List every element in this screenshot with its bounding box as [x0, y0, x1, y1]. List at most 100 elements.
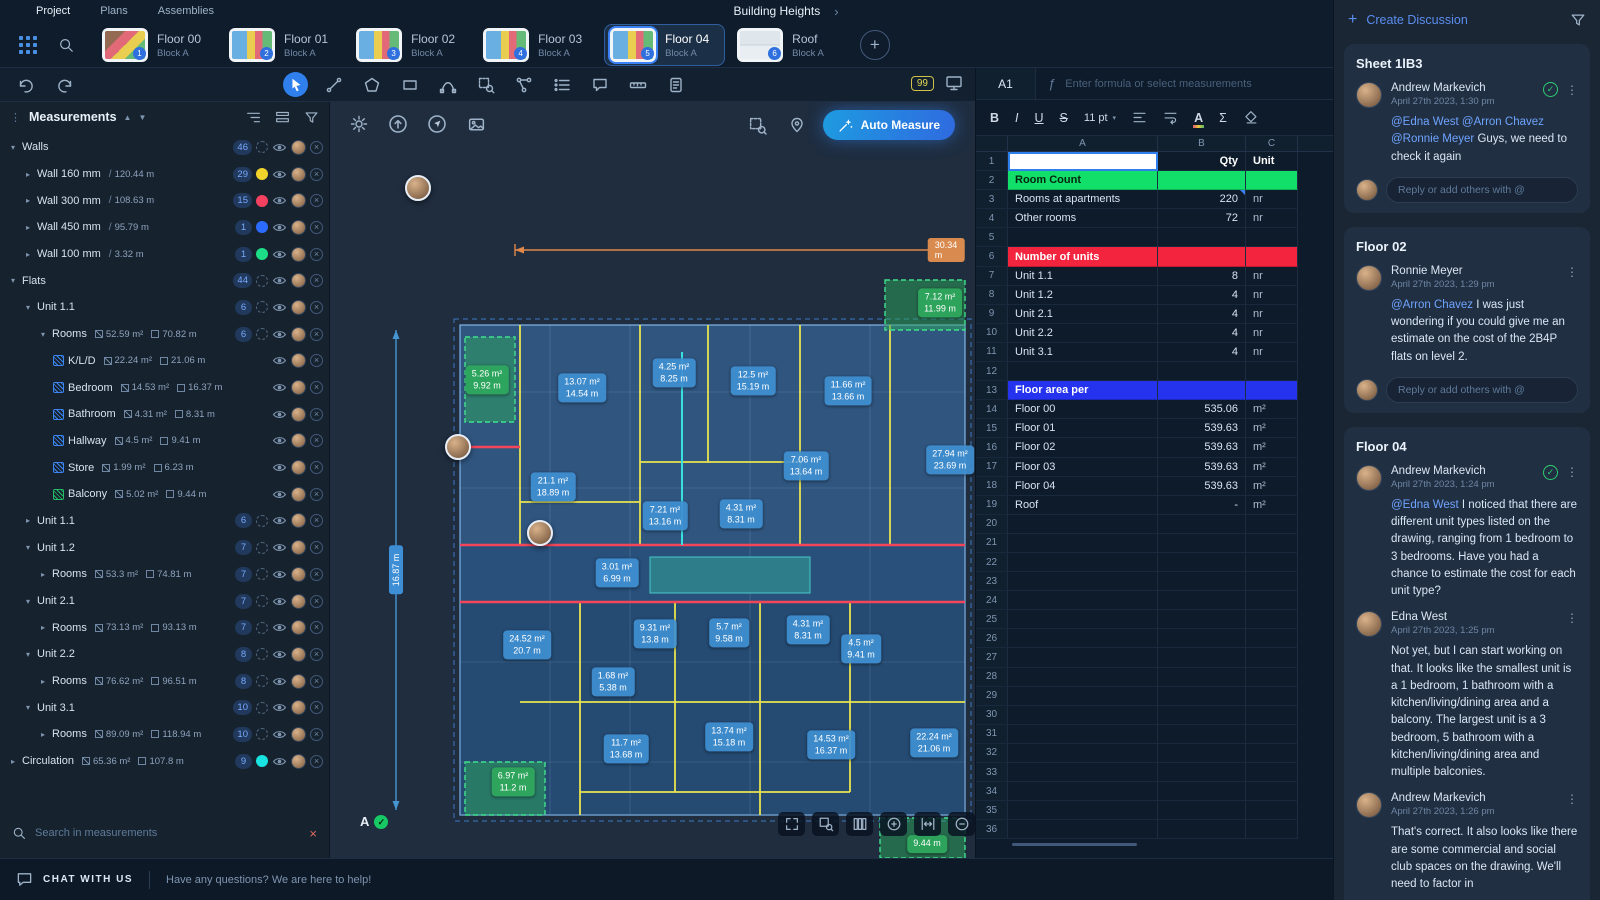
- cell-c[interactable]: [1246, 706, 1298, 725]
- cell-b[interactable]: [1158, 648, 1246, 667]
- measurement-chip[interactable]: 4.31 m² 8.31 m: [787, 615, 830, 644]
- measurement-row[interactable]: ▸ Circulation 65.36 m² /107.8 m 9 ×: [0, 748, 329, 775]
- search-icon[interactable]: [58, 37, 74, 53]
- cell-a[interactable]: [1008, 515, 1158, 534]
- cell-c[interactable]: [1246, 744, 1298, 763]
- measurement-row[interactable]: ▸ Rooms 73.13 m² /93.13 m 7 ×: [0, 614, 329, 641]
- row-number[interactable]: 14: [976, 400, 1008, 419]
- color-indicator[interactable]: [256, 568, 268, 580]
- row-number[interactable]: 16: [976, 438, 1008, 457]
- zoom-level-badge[interactable]: 99: [911, 76, 934, 91]
- chevron-icon[interactable]: ▸: [23, 170, 33, 179]
- reply-input[interactable]: Reply or add others with @: [1386, 377, 1578, 403]
- cell-c[interactable]: nr: [1246, 305, 1298, 324]
- measurement-row[interactable]: ▾ Unit 1.1 / 6 ×: [0, 294, 329, 321]
- measurement-row[interactable]: ▾ Rooms 52.59 m² /70.82 m 6 ×: [0, 321, 329, 348]
- cell-c[interactable]: [1246, 171, 1298, 190]
- row-number[interactable]: 30: [976, 706, 1008, 725]
- zoom-region-tool-icon[interactable]: [473, 72, 498, 97]
- menu-item[interactable]: Assemblies: [158, 5, 214, 17]
- column-header[interactable]: C: [1246, 136, 1298, 151]
- cell-a[interactable]: Floor 04: [1008, 477, 1158, 496]
- measurement-chip[interactable]: 4.25 m² 8.25 m: [653, 358, 696, 387]
- row-number[interactable]: 25: [976, 610, 1008, 629]
- row-number[interactable]: 33: [976, 763, 1008, 782]
- cell-reference[interactable]: A1: [976, 68, 1036, 99]
- cell-c[interactable]: [1246, 668, 1298, 687]
- cell-c[interactable]: nr: [1246, 190, 1298, 209]
- deselect-icon[interactable]: ×: [310, 728, 323, 741]
- cell-b[interactable]: [1158, 553, 1246, 572]
- chevron-icon[interactable]: ▾: [38, 330, 48, 339]
- cell-c[interactable]: [1246, 381, 1298, 400]
- measurement-row[interactable]: ▸ Rooms 53.3 m² /74.81 m 7 ×: [0, 561, 329, 588]
- cell-a[interactable]: Floor 01: [1008, 419, 1158, 438]
- reply-row[interactable]: Reply or add others with @: [1356, 177, 1578, 203]
- assignee-avatar[interactable]: [291, 353, 306, 368]
- menu-item[interactable]: Project: [36, 5, 70, 17]
- expand-all-icon[interactable]: ▼: [138, 113, 146, 122]
- assignee-avatar[interactable]: [291, 674, 306, 689]
- list-tool-icon[interactable]: [549, 72, 574, 97]
- deselect-icon[interactable]: ×: [310, 461, 323, 474]
- columns-icon[interactable]: [846, 812, 873, 836]
- cell-c[interactable]: [1246, 610, 1298, 629]
- cell-b[interactable]: 4: [1158, 286, 1246, 305]
- measurement-chip[interactable]: 27.94 m² 23.69 m: [926, 445, 974, 474]
- chevron-icon[interactable]: ▾: [23, 650, 33, 659]
- row-number[interactable]: 17: [976, 458, 1008, 477]
- discussion-filter-icon[interactable]: [1570, 12, 1586, 28]
- deselect-icon[interactable]: ×: [310, 141, 323, 154]
- color-indicator[interactable]: [256, 141, 268, 153]
- visibility-eye-icon[interactable]: [272, 169, 287, 180]
- cell-b[interactable]: 8: [1158, 267, 1246, 286]
- measurement-chip[interactable]: 4.31 m² 8.31 m: [720, 499, 763, 528]
- align-button[interactable]: [1132, 110, 1147, 125]
- create-discussion-button[interactable]: Create Discussion: [1366, 13, 1467, 27]
- cell-c[interactable]: m²: [1246, 438, 1298, 457]
- vertical-dimension-label[interactable]: 16.87 m: [389, 546, 403, 595]
- color-indicator[interactable]: [256, 675, 268, 687]
- cell-a[interactable]: [1008, 820, 1158, 839]
- cell-c[interactable]: [1246, 687, 1298, 706]
- cell-c[interactable]: [1246, 763, 1298, 782]
- display-mode-icon[interactable]: [945, 74, 963, 92]
- column-header[interactable]: A: [1008, 136, 1158, 151]
- color-indicator[interactable]: [256, 275, 268, 287]
- group-by-icon[interactable]: [246, 110, 261, 125]
- zoom-to-selection-icon[interactable]: [745, 112, 771, 138]
- row-number[interactable]: 10: [976, 324, 1008, 343]
- cell-b[interactable]: [1158, 725, 1246, 744]
- assignee-avatar[interactable]: [291, 513, 306, 528]
- chevron-icon[interactable]: ▸: [23, 250, 33, 259]
- measurement-row[interactable]: ▾ Unit 2.1 / 7 ×: [0, 588, 329, 615]
- measurement-row[interactable]: ▸ Rooms 89.09 m² /118.94 m 10 ×: [0, 721, 329, 748]
- corner-cell[interactable]: [976, 136, 1008, 151]
- visibility-eye-icon[interactable]: [272, 542, 287, 553]
- assignee-avatar[interactable]: [291, 140, 306, 155]
- measurement-chip[interactable]: 14.53 m² 16.37 m: [807, 730, 855, 759]
- measurement-row[interactable]: ▾ Unit 1.2 / 7 ×: [0, 534, 329, 561]
- assignee-avatar[interactable]: [291, 700, 306, 715]
- cell-b[interactable]: 535.06: [1158, 400, 1246, 419]
- cell-b[interactable]: [1158, 362, 1246, 381]
- cell-a[interactable]: [1008, 725, 1158, 744]
- color-indicator[interactable]: [256, 542, 268, 554]
- measurement-row[interactable]: ▾ Walls / 46 ×: [0, 134, 329, 161]
- assignee-avatar[interactable]: [291, 327, 306, 342]
- cell-a[interactable]: [1008, 648, 1158, 667]
- cell-b[interactable]: -: [1158, 496, 1246, 515]
- cell-a[interactable]: [1008, 152, 1158, 171]
- drawing-canvas[interactable]: 30.34 m 16.87 m 5.26 m² 9.92 m 13.07 m² …: [330, 102, 975, 858]
- row-number[interactable]: 15: [976, 419, 1008, 438]
- assignee-avatar[interactable]: [291, 407, 306, 422]
- deselect-icon[interactable]: ×: [310, 648, 323, 661]
- undo-button[interactable]: [12, 73, 37, 98]
- polygon-tool-icon[interactable]: [359, 72, 384, 97]
- color-indicator[interactable]: [256, 728, 268, 740]
- chevron-icon[interactable]: ▸: [23, 516, 33, 525]
- cell-a[interactable]: Unit 3.1: [1008, 343, 1158, 362]
- resolve-check-icon[interactable]: ✓: [1543, 82, 1558, 97]
- row-number[interactable]: 11: [976, 343, 1008, 362]
- deselect-icon[interactable]: ×: [310, 381, 323, 394]
